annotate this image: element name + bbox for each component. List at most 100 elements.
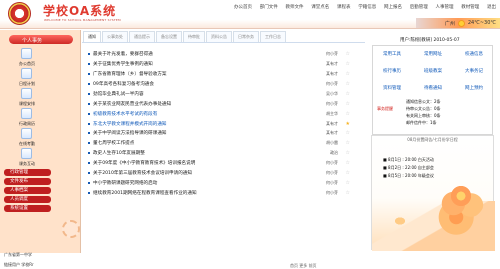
calendar-title: 08月份置网告/七月份学日程: [407, 137, 458, 142]
star-icon[interactable]: ☆: [338, 190, 350, 196]
list-item[interactable]: 劲馆毕业典礼试一半内容 吴小华 ☆: [88, 89, 360, 99]
sidebar-item-interaction[interactable]: 课务互动: [13, 147, 41, 170]
link-tools[interactable]: 常用工具: [373, 49, 411, 60]
list-item[interactable]: 关于某农业网友民营业代表办事处通知 何小芽 ☆: [88, 99, 360, 109]
list-item[interactable]: 关于2010年第三届教育技术会议培训申请的通知 何小芽 ☆: [88, 168, 360, 178]
reminder-item: 通知信息公文：2条: [406, 99, 441, 104]
nav-dept-files[interactable]: 部门文件: [260, 4, 278, 10]
link-campus-info[interactable]: 校通信息: [455, 49, 493, 60]
left-sidebar: 个人事务 办公首页 日程计划 课程安排 行政周历 在线考勤 课务互动 行政管理 …: [0, 30, 81, 267]
app-title: 学校OA系统: [43, 4, 117, 18]
app-header: 学校OA系统 WELCOME TO SCHOOL MANAGEMENT SYST…: [0, 0, 500, 29]
pagination: 首页 更多 前页: [290, 263, 317, 269]
list-item[interactable]: 关于中学阅读方法指导课的研课通知 某有才 ☆: [88, 129, 360, 139]
link-websites[interactable]: 常用网址: [414, 49, 452, 60]
star-icon[interactable]: ☆: [338, 91, 350, 97]
list-item[interactable]: 最关于叶光发着，要群召得通 何小芽 ☆: [88, 49, 360, 59]
bullet-icon: [88, 192, 90, 195]
star-icon[interactable]: ☆: [338, 101, 350, 107]
bullet-icon: [88, 142, 90, 145]
star-icon[interactable]: ☆: [338, 150, 350, 156]
star-icon[interactable]: ★: [338, 121, 350, 127]
list-item[interactable]: 中小学教研课题研究网络的启动 何小芽 ☆: [88, 178, 360, 188]
nav-online-signup[interactable]: 网上报名: [384, 4, 402, 10]
gear-icon: [62, 220, 80, 238]
weather-temperature: 24℃~30℃: [467, 20, 496, 26]
star-icon[interactable]: ☆: [338, 81, 350, 87]
document-icon: [21, 88, 32, 99]
list-item[interactable]: 09年高考各科复习备考沟通会 何小芽 ☆: [88, 79, 360, 89]
home-icon: [21, 48, 32, 59]
reminder-list: 通知信息公文：2条 待审公文公告：0条 有关网上审核：0条 邮件信件中：1条: [406, 98, 441, 126]
list-item[interactable]: 初级教育技术水平考试的有段有 胡主华 ☆: [88, 109, 360, 119]
link-lesson-plans[interactable]: 班级教案: [414, 66, 452, 77]
sidebar-button-admin[interactable]: 行政管理: [4, 169, 51, 176]
nav-teaching-materials[interactable]: 教材管理: [461, 4, 479, 10]
star-icon[interactable]: ☆: [338, 160, 350, 166]
first-page-link[interactable]: 首页: [290, 263, 298, 268]
star-icon[interactable]: ☆: [338, 51, 350, 57]
nav-logistics[interactable]: 后勤管理: [410, 4, 428, 10]
tab-business[interactable]: 公事务处: [102, 31, 128, 42]
weather-city: 广州: [444, 20, 455, 27]
nav-class-rollcall[interactable]: 课堂点名: [311, 4, 329, 10]
teacher-icon: [21, 148, 32, 159]
quick-links: 常用工具 常用网址 校通信息 校行事历 班级教案 大事务记 资料管理 待看通知 …: [373, 49, 494, 93]
link-calendar[interactable]: 校行事历: [373, 66, 411, 77]
list-item[interactable]: 关于09年度《中小学教育教育技术》培训报名说明 何小芽 ☆: [88, 158, 360, 168]
nav-home[interactable]: 办公首页: [234, 4, 252, 10]
calendar-event[interactable]: ■ 8月2日 : 22:00 自主部会: [383, 164, 434, 172]
star-icon[interactable]: ☆: [338, 111, 350, 117]
nav-student-info[interactable]: 学籍信息: [358, 4, 376, 10]
flower-image: [436, 171, 486, 221]
star-icon[interactable]: ☆: [338, 71, 350, 77]
list-item[interactable]: 继续教育2001期网络在程教育课程查看作业的通知 何小芽 ☆: [88, 188, 360, 198]
sidebar-button-archive[interactable]: 人事档案: [4, 187, 51, 194]
next-page-link[interactable]: 前页: [309, 263, 317, 268]
reminder-label: 事务提醒: [377, 106, 393, 111]
list-item[interactable]: 广东省教育理体（乡）督导验收方案 某有才 ☆: [88, 69, 360, 79]
tab-reminder[interactable]: 备忘设置: [156, 31, 182, 42]
reminder-item: 邮件信件中：1条: [406, 120, 437, 125]
tab-worklog[interactable]: 工作日志: [260, 31, 286, 42]
link-booking[interactable]: 网上预约: [455, 83, 493, 94]
nav-timetable[interactable]: 课程表: [337, 4, 351, 10]
sidebar-caption: 个人事务: [9, 35, 73, 44]
nav-personnel[interactable]: 人事管理: [436, 4, 454, 10]
main-content: 通知 公事务处 通告提示 备忘设置 待审批 资料公告 日常杂务 工作日志 最关于…: [82, 31, 365, 268]
star-icon[interactable]: ☆: [338, 180, 350, 186]
nav-teacher-files[interactable]: 教师文件: [286, 4, 304, 10]
star-icon[interactable]: ☆: [338, 140, 350, 146]
tab-approval[interactable]: 待审批: [183, 31, 205, 42]
calendar-event[interactable]: ■ 8月1日 : 20:00 白天活动: [383, 156, 434, 164]
star-icon[interactable]: ☆: [338, 170, 350, 176]
link-documents[interactable]: 资料管理: [373, 83, 411, 94]
link-pending-notices[interactable]: 待看通知: [414, 83, 452, 94]
list-item[interactable]: 政史人生存10年友展期整 政治 ☆: [88, 148, 360, 158]
app-subtitle: WELCOME TO SCHOOL MANAGEMENT SYSTEM: [44, 18, 121, 22]
sidebar-button-dispatch[interactable]: 人员调度: [4, 196, 51, 203]
tab-tips[interactable]: 通告提示: [129, 31, 155, 42]
bullet-icon: [88, 162, 90, 165]
sidebar-button-publish[interactable]: 文件发布: [4, 178, 51, 185]
bullet-icon: [88, 102, 90, 105]
calendar-event[interactable]: ■ 8月5日 : 20:00 年级会议: [383, 172, 434, 180]
sidebar-grid: 办公首页 日程计划 课程安排 行政周历 在线考勤 课务互动: [13, 47, 71, 169]
list-item[interactable]: 东北大学教文课程并模式开岗的通知 某有才 ★: [88, 119, 360, 129]
more-link[interactable]: 更多: [299, 263, 307, 268]
user-info: 用户:陈栩[教研] 2010-05-07: [400, 38, 460, 43]
tab-notice[interactable]: 通知: [83, 31, 101, 42]
star-icon[interactable]: ☆: [338, 130, 350, 136]
link-events[interactable]: 大事务记: [455, 66, 493, 77]
tab-tasks[interactable]: 日常杂务: [233, 31, 259, 42]
star-icon[interactable]: ☆: [338, 61, 350, 67]
bullet-icon: [88, 172, 90, 175]
calendar-events: ■ 8月1日 : 20:00 白天活动 ■ 8月2日 : 22:00 自主部会 …: [383, 156, 434, 180]
bullet-icon: [88, 112, 90, 115]
list-item[interactable]: 董七周学校工作提点 胡小雷 ☆: [88, 138, 360, 148]
list-item[interactable]: 关于征集优秀学生事例的通知 某有才 ☆: [88, 59, 360, 69]
bullet-icon: [88, 182, 90, 185]
nav-logout[interactable]: 退出: [487, 4, 496, 10]
tab-documents[interactable]: 资料公告: [206, 31, 232, 42]
sidebar-button-settings[interactable]: 系统设置: [4, 205, 51, 212]
